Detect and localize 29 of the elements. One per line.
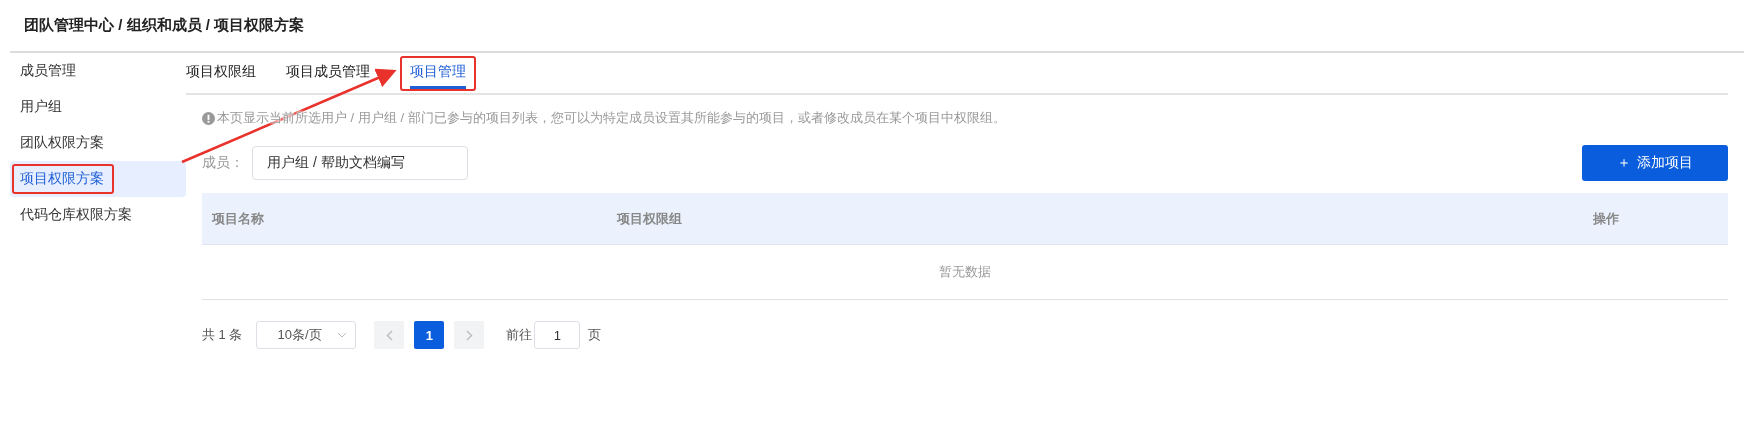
page-suffix: 页 (588, 326, 602, 344)
info-icon (202, 111, 215, 125)
highlight-box: 项目权限方案 (12, 164, 114, 194)
sidebar-item[interactable]: 代码仓库权限方案 (10, 197, 186, 233)
sidebar-item[interactable]: 成员管理 (10, 53, 186, 89)
column-header: 项目权限组 (615, 209, 683, 228)
member-field[interactable]: 用户组 / 帮助文档编写 (252, 146, 468, 180)
total-count: 共 1 条 (202, 326, 243, 344)
goto-label: 前往 (506, 326, 533, 344)
page-button[interactable]: 1 (414, 321, 445, 349)
column-header: 操作 (1592, 209, 1620, 228)
add-project-button[interactable]: ＋ 添加项目 (1582, 145, 1728, 181)
next-page-button[interactable] (454, 321, 485, 349)
tab[interactable]: 项目权限组 (186, 56, 256, 90)
page-size-select[interactable]: 10条/页 (256, 321, 357, 349)
chevron-right-icon (465, 329, 473, 341)
column-header: 项目名称 (210, 209, 265, 228)
breadcrumb: 团队管理中心 / 组织和成员 / 项目权限方案 (24, 16, 304, 35)
empty-text: 暂无数据 (939, 263, 991, 281)
sidebar-item[interactable]: 项目权限方案 (10, 161, 186, 197)
previous-page-button[interactable] (374, 321, 405, 349)
sidebar-item[interactable]: 团队权限方案 (10, 125, 186, 161)
chevron-down-icon (337, 332, 348, 338)
tab[interactable]: 项目成员管理 (286, 56, 370, 90)
goto-page-field[interactable]: 1 (534, 321, 581, 349)
chevron-left-icon (385, 329, 393, 341)
sidebar-item[interactable]: 用户组 (10, 89, 186, 125)
member-label: 成员： (202, 154, 244, 172)
tab[interactable]: 项目管理 (400, 55, 476, 91)
